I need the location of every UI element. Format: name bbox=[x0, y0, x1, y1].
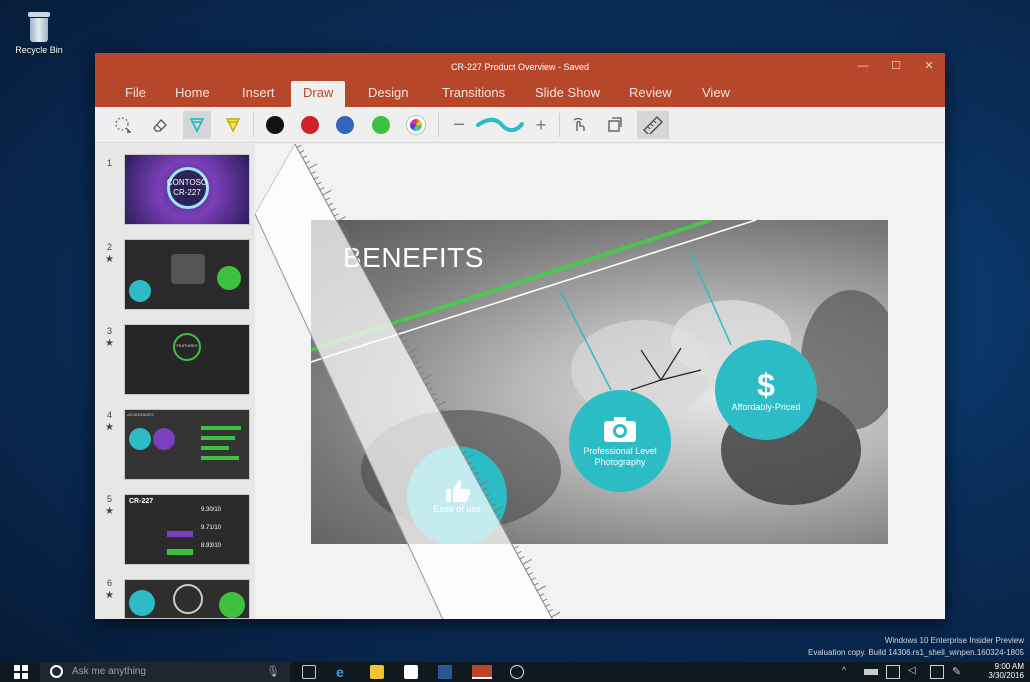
window-title: CR-227 Product Overview - Saved bbox=[450, 62, 590, 72]
thumb-score: 9.71/10 bbox=[201, 525, 222, 531]
slide-editing-canvas[interactable]: BENEFITS Ease of use Professional Level … bbox=[255, 144, 945, 619]
draw-toolbar: − + bbox=[95, 107, 945, 143]
windows-logo-icon bbox=[14, 665, 28, 679]
tab-review[interactable]: Review bbox=[619, 81, 682, 107]
action-center-icon[interactable] bbox=[930, 665, 944, 679]
ruler-icon[interactable] bbox=[637, 111, 669, 139]
slide-star-icon: ★ bbox=[105, 254, 114, 265]
system-clock[interactable]: 9:00 AM 3/30/2016 bbox=[978, 662, 1024, 680]
maximize-button[interactable]: ☐ bbox=[885, 58, 907, 74]
chevron-up-icon[interactable]: ^ bbox=[842, 665, 856, 679]
slide-star-icon: ★ bbox=[105, 506, 114, 517]
pen-workspace-icon[interactable]: ✎ bbox=[952, 665, 966, 679]
eraser-icon[interactable] bbox=[146, 111, 174, 139]
slide-number: 4 bbox=[107, 410, 113, 420]
minimize-button[interactable]: — bbox=[852, 58, 874, 74]
black-ink-button[interactable] bbox=[261, 111, 289, 139]
slide-number: 3 bbox=[107, 326, 113, 336]
tab-home[interactable]: Home bbox=[165, 81, 220, 107]
thumb-label: ADVANTAGES bbox=[127, 412, 154, 417]
lasso-select-icon[interactable] bbox=[109, 111, 137, 139]
powerpoint-window: CR-227 Product Overview - Saved — ☐ ✕ Fi… bbox=[95, 53, 945, 619]
battery-icon[interactable] bbox=[864, 669, 878, 675]
slide-number: 5 bbox=[107, 494, 113, 504]
affordable-circle[interactable]: $ Affordably-Priced bbox=[715, 340, 817, 440]
recycle-bin[interactable]: Recycle Bin bbox=[12, 12, 66, 55]
thumbs-up-icon bbox=[446, 479, 471, 502]
start-button[interactable] bbox=[14, 665, 28, 679]
pen-icon[interactable] bbox=[183, 111, 211, 139]
slide-thumbnail-1[interactable]: CONTOSO CR-227 bbox=[124, 154, 250, 225]
slide-thumbnail-2[interactable] bbox=[124, 239, 250, 310]
microphone-icon[interactable]: 🎙 bbox=[266, 665, 280, 679]
edge-browser-icon[interactable]: e bbox=[336, 665, 350, 679]
slide-number: 1 bbox=[107, 158, 113, 168]
slide-number: 6 bbox=[107, 578, 113, 588]
volume-icon[interactable]: ◁ bbox=[908, 665, 922, 679]
slide-thumbnail-5[interactable]: CR-227 9.30/10 9.71/10 8.93/10 bbox=[124, 494, 250, 565]
thumb-title-line1: CONTOSO bbox=[166, 178, 208, 187]
network-icon[interactable] bbox=[886, 665, 900, 679]
red-ink-button[interactable] bbox=[296, 111, 324, 139]
thickness-increase-button[interactable]: + bbox=[527, 111, 555, 139]
tab-insert[interactable]: Insert bbox=[232, 81, 285, 107]
recycle-bin-icon bbox=[26, 12, 52, 42]
tab-slide-show[interactable]: Slide Show bbox=[525, 81, 610, 107]
slide-star-icon: ★ bbox=[105, 338, 114, 349]
slide-thumbnail-4[interactable]: ADVANTAGES bbox=[124, 409, 250, 480]
camera-icon bbox=[604, 416, 636, 442]
thumb-title-line2: CR-227 bbox=[173, 188, 201, 197]
current-slide[interactable]: BENEFITS Ease of use Professional Level … bbox=[311, 220, 888, 544]
title-bar: CR-227 Product Overview - Saved — ☐ ✕ bbox=[95, 53, 945, 81]
tab-transitions[interactable]: Transitions bbox=[432, 81, 515, 107]
ink-to-shape-icon[interactable] bbox=[601, 111, 629, 139]
slide-thumbnail-3[interactable]: FEATURES bbox=[124, 324, 250, 395]
ease-of-use-circle[interactable]: Ease of use bbox=[407, 446, 507, 544]
circle-caption: Ease of use bbox=[433, 503, 481, 514]
green-ink-button[interactable] bbox=[367, 111, 395, 139]
circle-caption: Affordably-Priced bbox=[731, 401, 801, 412]
task-view-icon[interactable] bbox=[302, 665, 316, 679]
touch-drawing-icon[interactable] bbox=[565, 111, 593, 139]
watermark-line2: Evaluation copy. Build 14306.rs1_shell_w… bbox=[807, 648, 1024, 657]
dollar-icon: $ bbox=[757, 366, 775, 403]
tab-design[interactable]: Design bbox=[358, 81, 418, 107]
photography-circle[interactable]: Professional Level Photography bbox=[569, 390, 671, 492]
more-colors-button[interactable] bbox=[402, 111, 430, 139]
taskbar: Ask me anything 🎙 e ^ ◁ ✎ 9:00 AM 3/30/2… bbox=[0, 662, 1030, 682]
slide-star-icon: ★ bbox=[105, 422, 114, 433]
slide-title[interactable]: BENEFITS bbox=[343, 242, 484, 274]
thumb-label: FEATURES bbox=[176, 343, 198, 348]
cortana-circle-icon bbox=[50, 665, 63, 678]
thickness-decrease-button[interactable]: − bbox=[445, 111, 473, 139]
blue-ink-button[interactable] bbox=[331, 111, 359, 139]
ribbon-tabs: File Home Insert Draw Design Transitions… bbox=[95, 81, 945, 107]
slide-number: 2 bbox=[107, 242, 113, 252]
clock-time: 9:00 AM bbox=[994, 662, 1024, 671]
app-icon[interactable] bbox=[510, 665, 524, 679]
tab-draw[interactable]: Draw bbox=[291, 81, 346, 107]
thumb-score: 8.93/10 bbox=[201, 543, 222, 549]
circle-caption: Professional Level Photography bbox=[583, 445, 657, 467]
powerpoint-icon[interactable] bbox=[472, 665, 492, 679]
thumb-label: CR-227 bbox=[129, 498, 154, 505]
store-icon[interactable] bbox=[404, 665, 418, 679]
slide-star-icon: ★ bbox=[105, 590, 114, 601]
tab-view[interactable]: View bbox=[692, 81, 740, 107]
ink-thickness-preview[interactable] bbox=[475, 111, 525, 139]
recycle-bin-label: Recycle Bin bbox=[15, 45, 63, 55]
thumb-score: 9.30/10 bbox=[201, 507, 222, 513]
watermark-line1: Windows 10 Enterprise Insider Preview bbox=[884, 636, 1024, 645]
tab-file[interactable]: File bbox=[115, 81, 156, 107]
slide-thumbnail-6[interactable] bbox=[124, 579, 250, 619]
file-explorer-icon[interactable] bbox=[370, 665, 384, 679]
close-button[interactable]: ✕ bbox=[918, 58, 940, 74]
cortana-search-box[interactable]: Ask me anything bbox=[40, 662, 290, 682]
word-icon[interactable] bbox=[438, 665, 452, 679]
search-input[interactable]: Ask me anything bbox=[72, 666, 146, 677]
slide-thumbnail-pane: 1 CONTOSO CR-227 2 ★ 3 ★ FEATURES 4 ★ AD… bbox=[95, 144, 255, 619]
highlighter-icon[interactable] bbox=[219, 111, 247, 139]
clock-date: 3/30/2016 bbox=[988, 671, 1024, 680]
